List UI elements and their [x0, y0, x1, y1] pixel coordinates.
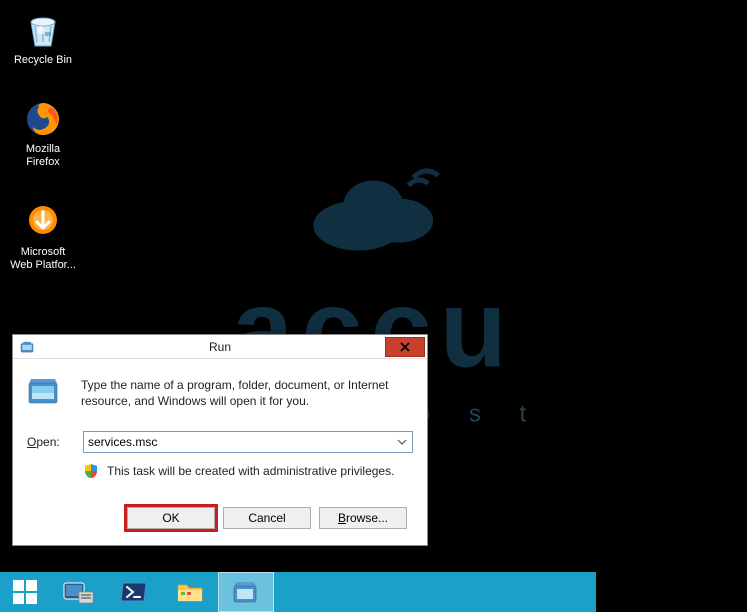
run-taskbar-icon — [231, 579, 261, 605]
desktop-icon-label: Mozilla Firefox — [8, 143, 78, 169]
start-button[interactable] — [0, 572, 50, 612]
desktop-icon-recycle-bin[interactable]: Recycle Bin — [8, 10, 78, 67]
taskbar — [0, 572, 596, 612]
run-titlebar-icon — [19, 340, 35, 354]
open-label: Open: — [27, 435, 75, 449]
desktop-icon-label: Microsoft Web Platfor... — [8, 246, 78, 272]
windows-start-icon — [11, 578, 39, 606]
cancel-button[interactable]: Cancel — [223, 507, 311, 529]
firefox-icon — [23, 99, 63, 139]
close-icon — [399, 341, 411, 353]
web-platform-icon — [23, 202, 63, 242]
chevron-down-icon — [397, 439, 407, 445]
taskbar-file-explorer[interactable] — [162, 572, 218, 612]
run-info-text: Type the name of a program, folder, docu… — [81, 377, 413, 409]
server-manager-icon — [61, 578, 95, 606]
admin-privilege-text: This task will be created with administr… — [107, 464, 394, 478]
combobox-arrow[interactable] — [393, 433, 411, 451]
recycle-bin-icon — [23, 10, 63, 50]
close-button[interactable] — [385, 337, 425, 357]
desktop-icons: Recycle Bin Mozilla Firefox Microsoft We… — [8, 10, 78, 272]
ok-button[interactable]: OK — [127, 507, 215, 529]
desktop-icon-firefox[interactable]: Mozilla Firefox — [8, 99, 78, 169]
run-dialog: Run Type the name of a program, folder, … — [12, 334, 428, 546]
file-explorer-icon — [175, 578, 205, 606]
desktop-icon-label: Recycle Bin — [14, 54, 72, 67]
titlebar[interactable]: Run — [13, 335, 427, 359]
open-combobox[interactable] — [83, 431, 413, 453]
shield-icon — [83, 463, 99, 479]
dialog-body: Type the name of a program, folder, docu… — [13, 359, 427, 545]
taskbar-run-dialog[interactable] — [218, 572, 274, 612]
taskbar-server-manager[interactable] — [50, 572, 106, 612]
run-dialog-icon — [27, 377, 63, 407]
titlebar-title: Run — [209, 340, 231, 354]
open-input[interactable] — [83, 431, 413, 453]
powershell-icon — [119, 578, 149, 606]
desktop-icon-web-platform[interactable]: Microsoft Web Platfor... — [8, 202, 78, 272]
taskbar-powershell[interactable] — [106, 572, 162, 612]
browse-button[interactable]: Browse... — [319, 507, 407, 529]
